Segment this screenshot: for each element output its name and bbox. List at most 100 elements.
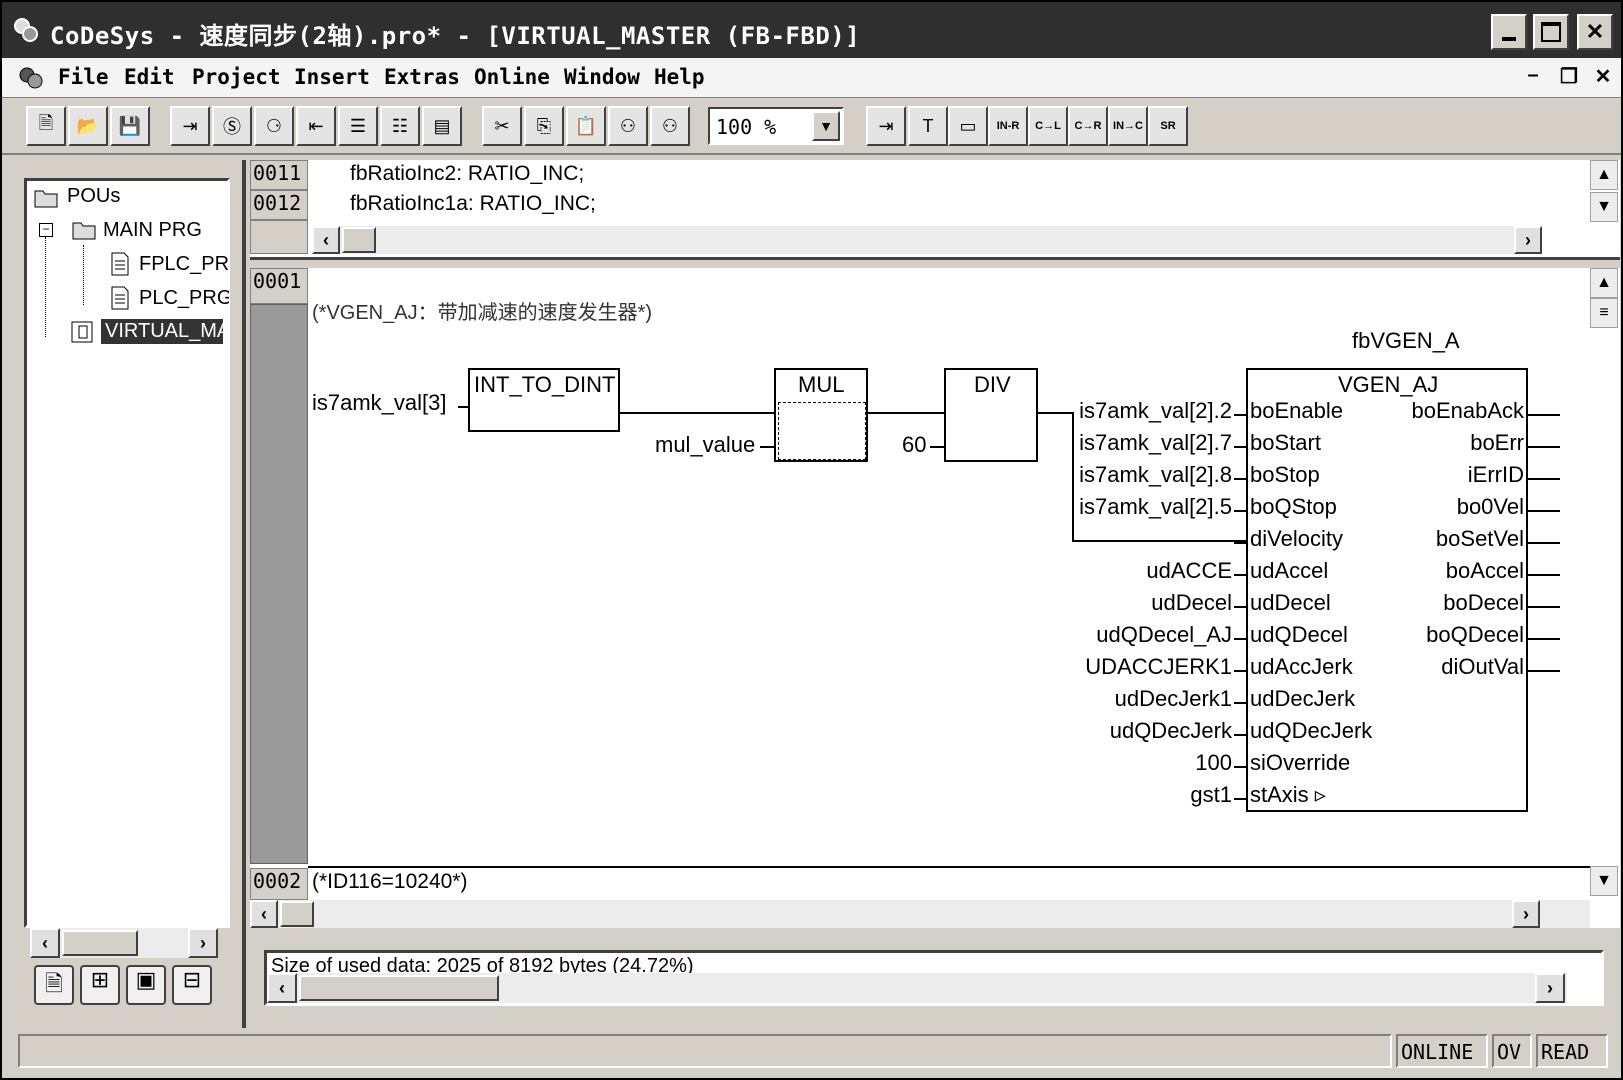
scroll-left-icon[interactable]: ‹ — [250, 900, 278, 928]
document-menu-icon[interactable] — [16, 64, 46, 92]
tab-visualizations[interactable]: ▣ — [126, 965, 166, 1005]
write-values-button[interactable]: ▤ — [422, 106, 462, 146]
menu-project[interactable]: Project — [192, 65, 281, 89]
paste-button[interactable]: 📋 — [566, 106, 606, 146]
fb-output-pin[interactable]: boAccel — [1446, 558, 1524, 584]
fb-input-variable[interactable]: udDecel — [1151, 590, 1232, 616]
fb-output-pin[interactable]: iErrID — [1468, 462, 1524, 488]
scroll-thumb[interactable] — [280, 901, 314, 927]
fb-output-pin[interactable]: boEnabAck — [1411, 398, 1524, 424]
fb-input-pin[interactable]: boStart — [1250, 430, 1321, 456]
fb-input-pin[interactable]: udQDecJerk — [1250, 718, 1372, 744]
fb-input-variable[interactable]: udQDecJerk — [1110, 718, 1232, 744]
declaration-line[interactable]: fbRatioInc2: RATIO_INC; — [350, 162, 584, 186]
fb-input-variable[interactable]: gst1 — [1190, 782, 1232, 808]
run-button[interactable]: Ⓢ — [212, 106, 252, 146]
codesys-app-icon[interactable] — [12, 16, 40, 44]
new-file-button[interactable]: 🗎 — [26, 106, 66, 146]
minimize-button[interactable] — [1491, 14, 1527, 50]
find-button[interactable]: ⚇ — [608, 106, 648, 146]
fb-input-pin[interactable]: udAccJerk — [1250, 654, 1353, 680]
input-variable[interactable]: is7amk_val[3] — [312, 390, 447, 416]
menu-file[interactable]: File — [58, 65, 109, 89]
scroll-thumb[interactable] — [62, 930, 138, 956]
mdi-minimize-button[interactable]: – — [1518, 64, 1548, 92]
comment-button[interactable]: T — [908, 106, 948, 146]
scroll-thumb[interactable] — [342, 227, 376, 253]
scroll-right-icon[interactable]: › — [1514, 226, 1542, 254]
fb-input-pin[interactable]: boQStop — [1250, 494, 1337, 520]
tree-item-fplc-prg[interactable]: FPLC_PRG — [139, 253, 229, 276]
mul-input-variable[interactable]: mul_value — [655, 432, 755, 458]
tree-root-pous[interactable]: POUs — [67, 185, 120, 208]
menu-extras[interactable]: Extras — [384, 65, 460, 89]
network-number[interactable]: 0002 — [250, 868, 308, 900]
scroll-left-icon[interactable]: ‹ — [267, 973, 297, 1003]
cut-button[interactable]: ✂ — [482, 106, 522, 146]
mdi-restore-button[interactable]: ❐ — [1554, 64, 1584, 92]
declaration-line[interactable]: fbRatioInc1a: RATIO_INC; — [350, 192, 596, 216]
step-button[interactable]: ⚆ — [254, 106, 294, 146]
output-button[interactable]: C→L — [1028, 106, 1068, 146]
network-number[interactable]: 0001 — [250, 268, 308, 304]
fb-output-pin[interactable]: bo0Vel — [1457, 494, 1524, 520]
network-gutter[interactable] — [250, 304, 308, 864]
scroll-left-icon[interactable]: ‹ — [30, 928, 60, 958]
fb-input-variable[interactable]: is7amk_val[2].2 — [1079, 398, 1232, 424]
tab-pous[interactable]: 🗎 — [34, 965, 74, 1005]
fb-input-variable[interactable]: udQDecel_AJ — [1096, 622, 1232, 648]
fb-input-variable[interactable]: udACCE — [1146, 558, 1232, 584]
message-horizontal-scrollbar[interactable]: ‹ › — [267, 973, 1567, 1003]
body-horizontal-scrollbar[interactable]: ‹ › — [250, 900, 1590, 928]
scroll-thumb[interactable] — [299, 975, 499, 1001]
fb-input-variable[interactable]: is7amk_val[2].7 — [1079, 430, 1232, 456]
fb-input-variable[interactable]: is7amk_val[2].8 — [1079, 462, 1232, 488]
div-block[interactable]: DIV — [944, 368, 1038, 462]
network-comment[interactable]: (*VGEN_AJ：带加减速的速度发生器*) — [312, 296, 652, 325]
menu-help[interactable]: Help — [654, 65, 705, 89]
zoom-select[interactable]: 100 % ▼ — [708, 107, 844, 145]
fb-input-pin[interactable]: udQDecel — [1250, 622, 1348, 648]
declaration-editor[interactable]: 0011 0012 fbRatioInc2: RATIO_INC; fbRati… — [250, 160, 1620, 260]
single-cycle-button[interactable]: ☷ — [380, 106, 420, 146]
fb-input-variable[interactable]: udDecJerk1 — [1115, 686, 1232, 712]
tab-data-types[interactable]: ⊞ — [80, 965, 120, 1005]
fb-input-pin[interactable]: udDecel — [1250, 590, 1331, 616]
scroll-left-icon[interactable]: ‹ — [312, 226, 340, 254]
tree-horizontal-scrollbar[interactable]: ‹ › — [30, 928, 218, 958]
open-file-button[interactable]: 📂 — [68, 106, 108, 146]
fbd-body-editor[interactable]: 0001 (*VGEN_AJ：带加减速的速度发生器*) is7amk_val[3… — [250, 268, 1620, 928]
network-after-button[interactable]: ⇥ — [866, 106, 906, 146]
chevron-down-icon[interactable]: ▼ — [812, 111, 840, 141]
save-button[interactable]: 💾 — [110, 106, 150, 146]
menu-window[interactable]: Window — [564, 65, 640, 89]
tree-item-main-prg[interactable]: MAIN PRG — [103, 219, 202, 242]
copy-button[interactable]: ⎘ — [524, 106, 564, 146]
menu-edit[interactable]: Edit — [124, 65, 175, 89]
fb-input-pin[interactable]: boEnable — [1250, 398, 1343, 424]
set-reset-button[interactable]: SR — [1148, 106, 1188, 146]
fb-input-pin[interactable]: siOverride — [1250, 750, 1350, 776]
fb-output-pin[interactable]: boDecel — [1443, 590, 1524, 616]
scroll-up-icon[interactable]: ▲ — [1590, 160, 1618, 190]
int-to-dint-block[interactable]: INT_TO_DINT — [468, 368, 620, 432]
fb-input-pin[interactable]: stAxis ▹ — [1250, 782, 1326, 808]
find-next-button[interactable]: ⚇ — [650, 106, 690, 146]
box-button[interactable]: ▭ — [948, 106, 988, 146]
fb-output-pin[interactable]: boErr — [1470, 430, 1524, 456]
maximize-button[interactable] — [1533, 14, 1569, 50]
fb-input-variable[interactable]: 100 — [1195, 750, 1232, 776]
fb-input-variable[interactable]: is7amk_val[2].5 — [1079, 494, 1232, 520]
breakpoint-button[interactable]: ☰ — [338, 106, 378, 146]
fb-input-pin[interactable]: diVelocity — [1250, 526, 1343, 552]
tree-item-plc-prg[interactable]: PLC_PRG — [139, 287, 229, 310]
scroll-right-icon[interactable]: › — [1512, 900, 1540, 928]
scroll-up-icon[interactable]: ▲ — [1590, 268, 1618, 298]
mul-block[interactable]: MUL — [774, 368, 868, 462]
message-text[interactable]: Size of used data: 2025 of 8192 bytes (2… — [271, 955, 694, 973]
close-button[interactable]: ✕ — [1577, 14, 1613, 50]
fb-output-pin[interactable]: boQDecel — [1426, 622, 1524, 648]
scroll-right-icon[interactable]: › — [188, 928, 218, 958]
fb-instance-name[interactable]: fbVGEN_A — [1352, 328, 1460, 354]
fb-input-pin[interactable]: udAccel — [1250, 558, 1328, 584]
